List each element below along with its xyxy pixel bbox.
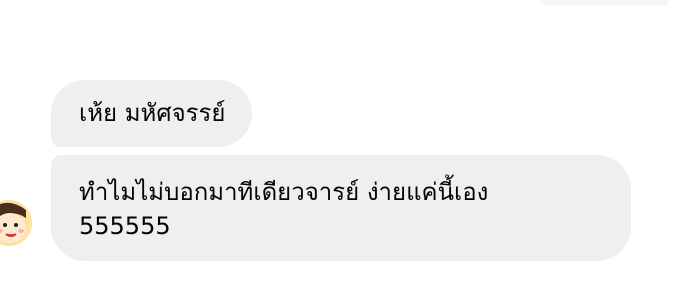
message-bubble[interactable]: ทำไมไม่บอกมาทีเดียวจารย์ ง่ายแค่นี้เอง 5…: [51, 155, 631, 261]
cartoon-face-avatar-icon[interactable]: [0, 200, 32, 246]
chat-thread: เห้ย มหัศจรรย์ ทำไมไม่บอกมาทีเดียวจารย์ …: [0, 0, 676, 298]
message-text-line: 555555: [79, 212, 171, 240]
top-bar-fragment: [540, 0, 670, 6]
message-bubble[interactable]: เห้ย มหัศจรรย์: [51, 80, 252, 147]
message-text: เห้ย มหัศจรรย์: [79, 99, 226, 127]
message-text-line: ทำไมไม่บอกมาทีเดียวจารย์ ง่ายแค่นี้เอง: [79, 178, 489, 206]
